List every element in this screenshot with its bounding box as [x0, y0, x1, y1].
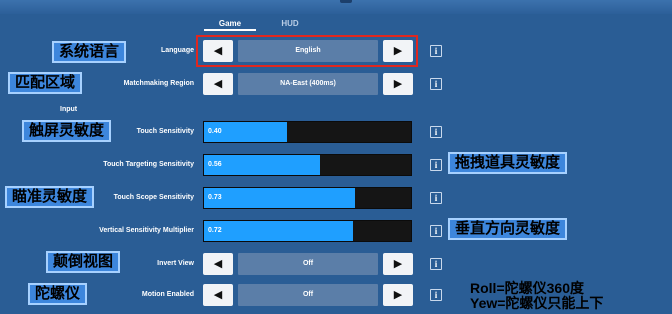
motion-enabled-label: Motion Enabled: [141, 291, 194, 298]
annotation-drag-item: 拖拽道具灵敏度: [448, 152, 568, 174]
vertical-multiplier-slider[interactable]: 0.72: [203, 220, 412, 242]
arrow-left-icon: ◀: [213, 77, 223, 90]
top-bar: [0, 0, 672, 14]
motion-enabled-prev-button[interactable]: ◀: [203, 284, 233, 306]
info-icon[interactable]: i: [430, 159, 442, 171]
annotation-gyro: 陀螺仪: [28, 283, 88, 305]
highlight-outline: [196, 35, 418, 67]
motion-enabled-next-button[interactable]: ▶: [383, 284, 413, 306]
matchmaking-prev-button[interactable]: ◀: [203, 73, 233, 95]
info-icon[interactable]: i: [430, 126, 442, 138]
slider-value: 0.72: [208, 227, 222, 234]
arrow-left-icon: ◀: [213, 257, 223, 270]
touch-targeting-slider[interactable]: 0.56: [203, 154, 412, 176]
invert-view-next-button[interactable]: ▶: [383, 253, 413, 275]
vertical-multiplier-label: Vertical Sensitivity Multiplier: [99, 227, 194, 234]
note-yew: Yew=陀螺仪只能上下: [470, 295, 604, 311]
info-icon[interactable]: i: [430, 45, 442, 57]
touch-targeting-label: Touch Targeting Sensitivity: [103, 161, 194, 168]
motion-enabled-value: Off: [238, 284, 378, 306]
annotation-system-language: 系统语言: [52, 41, 127, 63]
slider-value: 0.73: [208, 194, 222, 201]
touch-scope-label: Touch Scope Sensitivity: [113, 194, 194, 201]
annotation-matchmaking: 匹配区域: [8, 72, 83, 94]
slider-fill: [204, 188, 356, 208]
annotation-vertical: 垂直方向灵敏度: [448, 218, 568, 240]
arrow-right-icon: ▶: [393, 257, 403, 270]
slider-value: 0.40: [208, 128, 222, 135]
matchmaking-next-button[interactable]: ▶: [383, 73, 413, 95]
tab-hud[interactable]: HUD: [268, 17, 312, 31]
info-icon[interactable]: i: [430, 258, 442, 270]
touch-sensitivity-label: Touch Sensitivity: [136, 128, 194, 135]
invert-view-value: Off: [238, 253, 378, 275]
annotation-aim: 瞄准灵敏度: [5, 186, 95, 208]
info-icon[interactable]: i: [430, 225, 442, 237]
invert-view-label: Invert View: [157, 260, 194, 267]
top-notch: [340, 0, 352, 3]
annotation-invert: 颠倒视图: [46, 251, 121, 273]
language-label: Language: [160, 47, 194, 54]
annotation-touch-sensitivity: 触屏灵敏度: [22, 120, 112, 142]
info-icon[interactable]: i: [430, 192, 442, 204]
slider-value: 0.56: [208, 161, 222, 168]
matchmaking-label: Matchmaking Region: [123, 80, 194, 87]
tab-game[interactable]: Game: [204, 17, 256, 31]
arrow-right-icon: ▶: [393, 288, 403, 301]
section-label-input: Input: [60, 106, 78, 113]
matchmaking-value: NA-East (400ms): [238, 73, 378, 95]
invert-view-prev-button[interactable]: ◀: [203, 253, 233, 275]
note-roll: Roll=陀螺仪360度: [470, 280, 584, 296]
arrow-right-icon: ▶: [393, 77, 403, 90]
info-icon[interactable]: i: [430, 289, 442, 301]
arrow-left-icon: ◀: [213, 288, 223, 301]
slider-fill: [204, 221, 354, 241]
touch-sensitivity-slider[interactable]: 0.40: [203, 121, 412, 143]
info-icon[interactable]: i: [430, 78, 442, 90]
touch-scope-slider[interactable]: 0.73: [203, 187, 412, 209]
